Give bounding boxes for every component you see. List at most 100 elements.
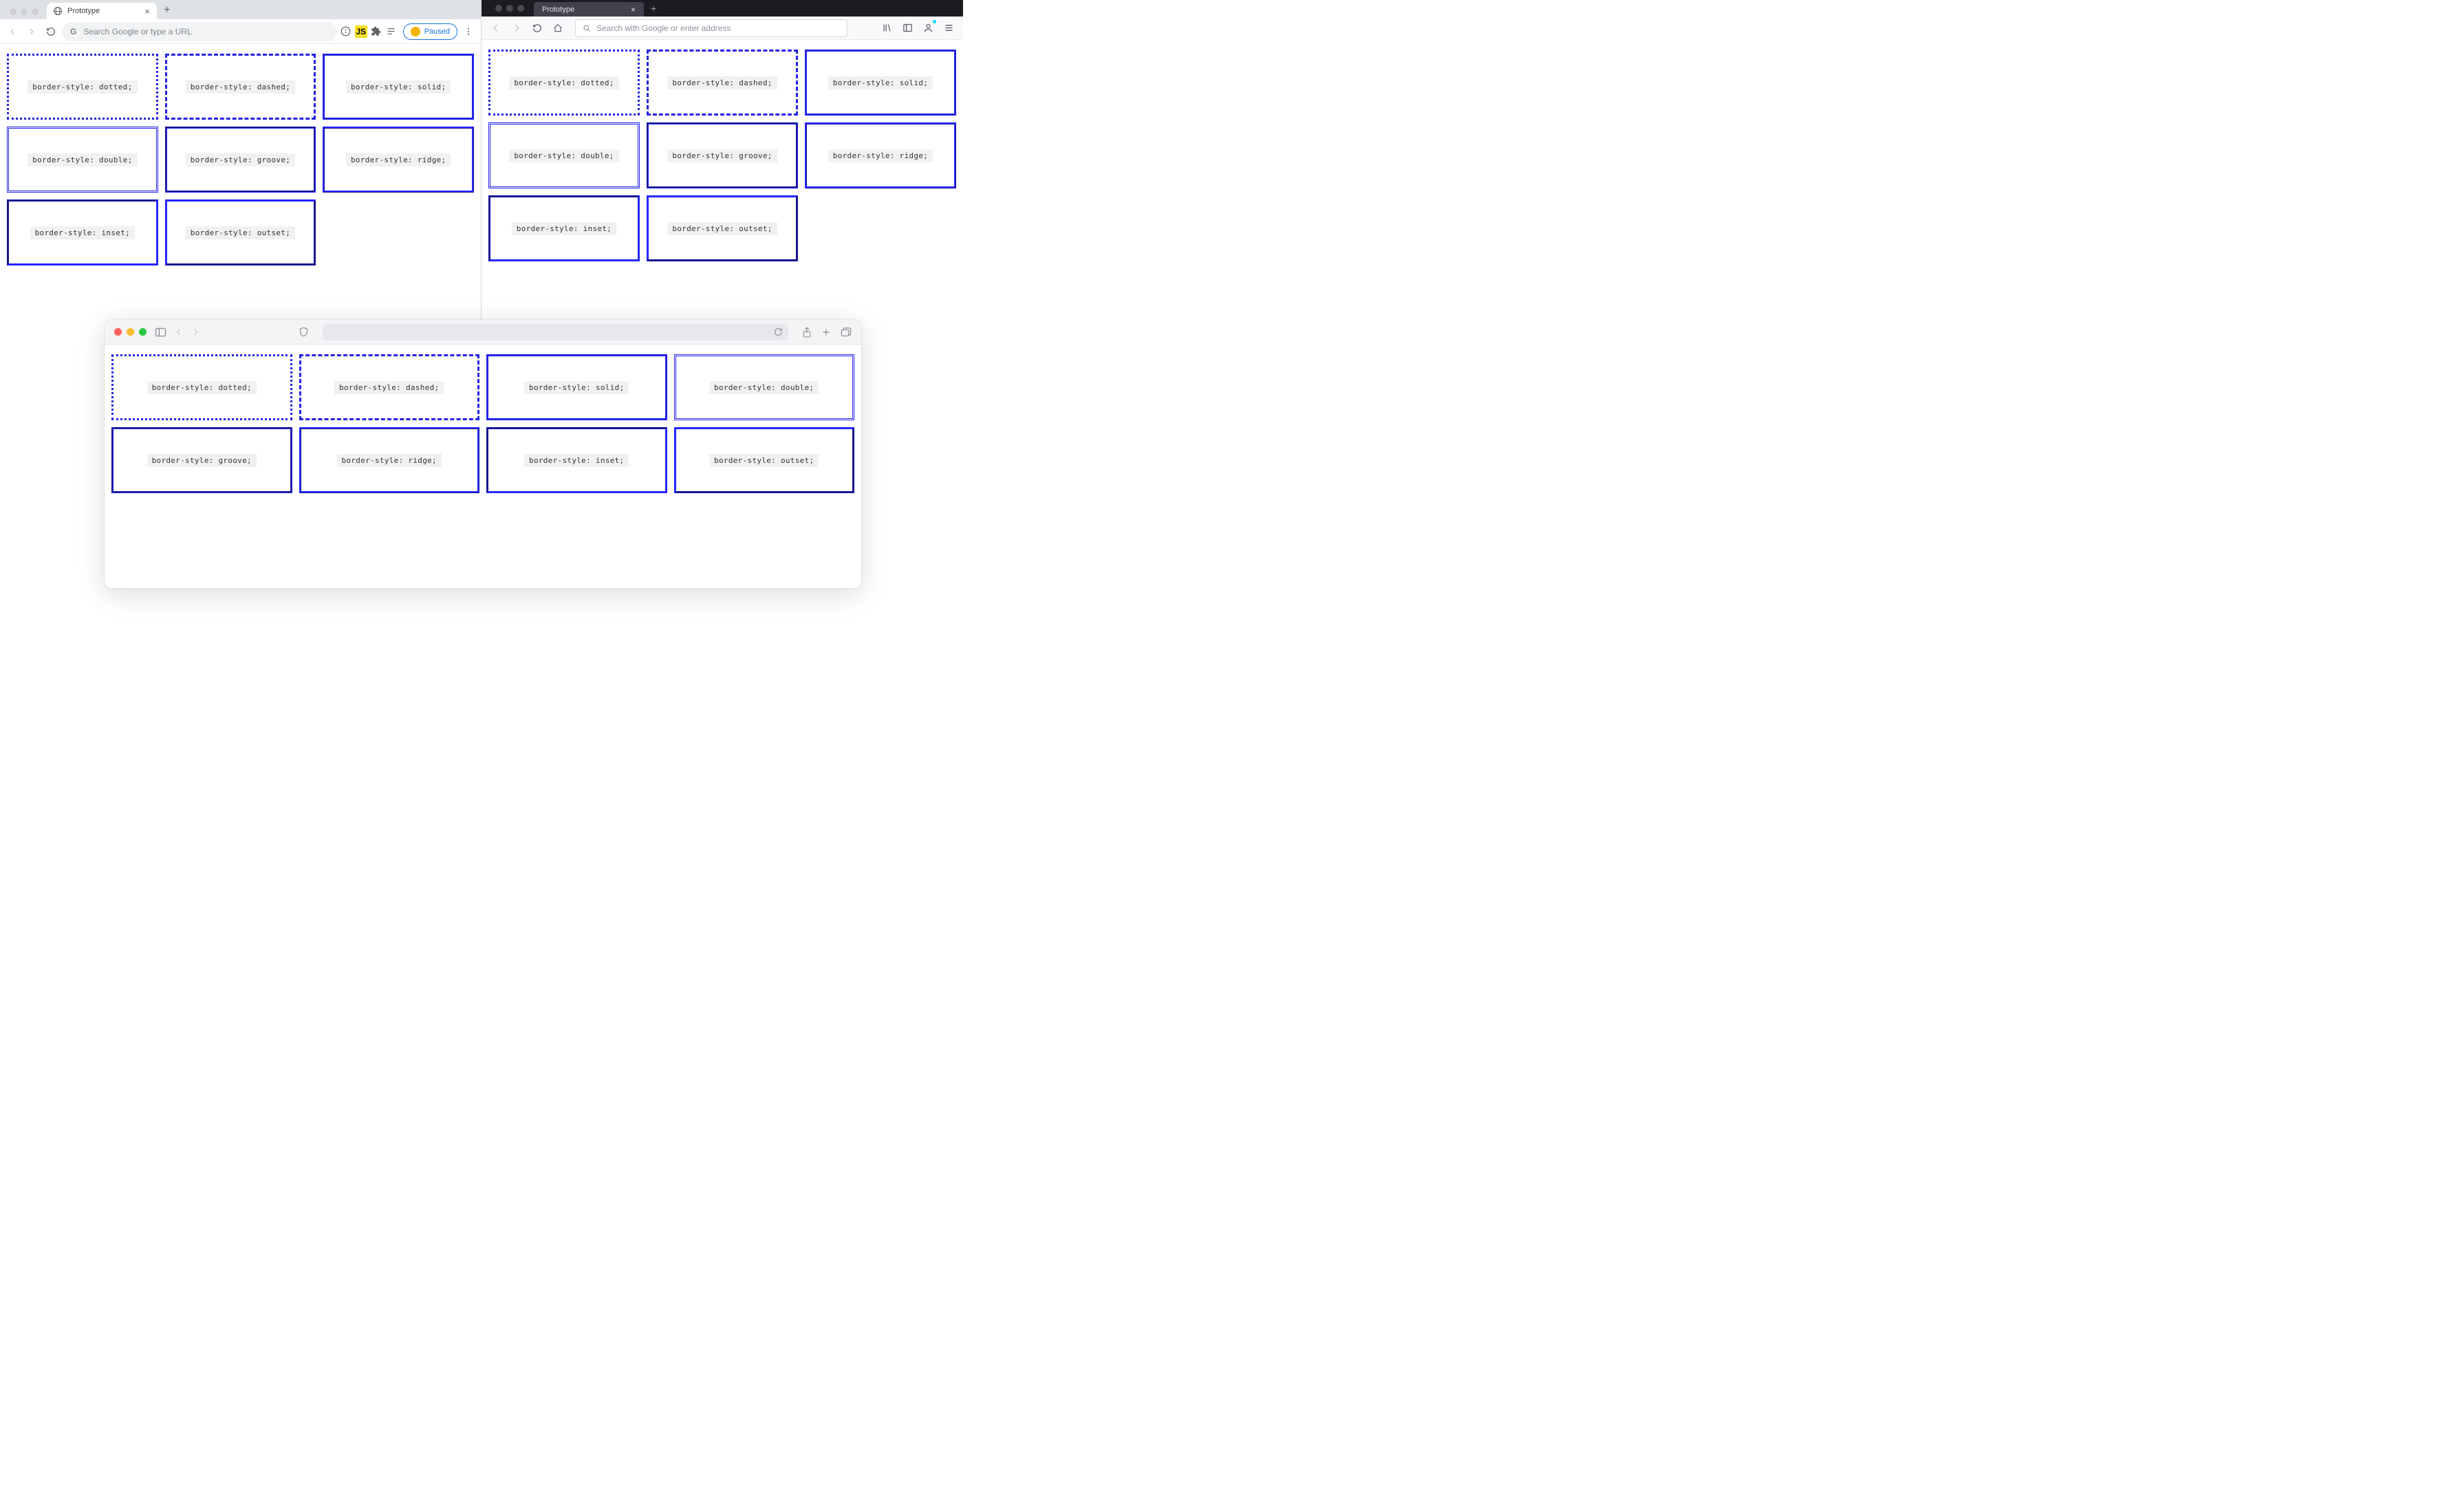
- demo-box-outset: border-style: outset;: [165, 199, 316, 266]
- firefox-viewport: border-style: dotted; border-style: dash…: [482, 40, 963, 271]
- chrome-window: Prototype × + G Search Google or type a …: [0, 0, 482, 320]
- globe-icon: [54, 7, 62, 15]
- info-icon[interactable]: [340, 25, 352, 38]
- sidebar-icon[interactable]: [155, 327, 166, 337]
- code-label: border-style: ridge;: [828, 149, 933, 162]
- demo-box-solid: border-style: solid;: [805, 50, 956, 116]
- new-tab-icon[interactable]: [821, 327, 831, 338]
- firefox-tab-strip: Prototype × +: [482, 0, 963, 17]
- share-icon[interactable]: [802, 327, 812, 338]
- reading-list-icon[interactable]: [385, 25, 398, 38]
- code-label: border-style: inset;: [512, 222, 616, 235]
- browser-tab[interactable]: Prototype ×: [47, 3, 157, 19]
- forward-button[interactable]: [191, 327, 199, 338]
- tab-overview-icon[interactable]: [841, 327, 852, 338]
- forward-button[interactable]: [508, 19, 526, 37]
- chrome-tab-strip: Prototype × +: [0, 0, 481, 19]
- code-label: border-style: groove;: [667, 149, 777, 162]
- chrome-toolbar: G Search Google or type a URL JS Paused: [0, 19, 481, 44]
- demo-grid: border-style: dotted; border-style: dash…: [488, 50, 956, 261]
- close-window-icon[interactable]: [114, 328, 122, 336]
- demo-box-dashed: border-style: dashed;: [647, 50, 798, 116]
- back-button[interactable]: [4, 23, 21, 40]
- minimize-window-icon[interactable]: [127, 328, 134, 336]
- safari-viewport: border-style: dotted; border-style: dash…: [105, 345, 861, 503]
- browser-tab[interactable]: Prototype ×: [534, 2, 644, 17]
- code-label: border-style: inset;: [30, 226, 135, 239]
- demo-grid: border-style: dotted; border-style: dash…: [111, 354, 854, 493]
- omnibox-placeholder: Search with Google or enter address: [596, 23, 731, 33]
- code-label: border-style: double;: [509, 149, 618, 162]
- maximize-window-icon[interactable]: [517, 5, 524, 12]
- demo-box-inset: border-style: inset;: [7, 199, 158, 266]
- code-label: border-style: outset;: [186, 226, 295, 239]
- demo-box-groove: border-style: groove;: [647, 122, 798, 188]
- back-button[interactable]: [487, 19, 505, 37]
- demo-box-inset: border-style: inset;: [486, 427, 667, 493]
- address-bar[interactable]: G Search Google or type a URL: [62, 22, 337, 41]
- menu-button[interactable]: [940, 19, 958, 37]
- window-controls[interactable]: [486, 0, 534, 17]
- demo-box-dashed: border-style: dashed;: [299, 354, 480, 420]
- demo-box-double: border-style: double;: [7, 127, 158, 193]
- minimize-window-icon[interactable]: [506, 5, 513, 12]
- code-label: border-style: inset;: [524, 454, 629, 467]
- notification-dot-icon: [933, 20, 936, 23]
- demo-box-dotted: border-style: dotted;: [111, 354, 292, 420]
- js-extension-icon[interactable]: JS: [355, 25, 367, 38]
- maximize-window-icon[interactable]: [32, 8, 39, 15]
- address-bar[interactable]: Search with Google or enter address: [575, 19, 847, 37]
- demo-box-solid: border-style: solid;: [323, 54, 474, 120]
- home-button[interactable]: [549, 19, 567, 37]
- safari-window: border-style: dotted; border-style: dash…: [105, 320, 861, 588]
- window-controls[interactable]: [114, 328, 147, 336]
- demo-box-outset: border-style: outset;: [647, 195, 798, 261]
- sidebar-icon[interactable]: [898, 19, 916, 37]
- tab-title: Prototype: [542, 6, 574, 14]
- code-label: border-style: solid;: [828, 76, 933, 89]
- search-icon: [583, 24, 591, 32]
- maximize-window-icon[interactable]: [139, 328, 147, 336]
- demo-grid: border-style: dotted; border-style: dash…: [7, 54, 474, 266]
- demo-box-ridge: border-style: ridge;: [805, 122, 956, 188]
- demo-box-ridge: border-style: ridge;: [323, 127, 474, 193]
- tab-title: Prototype: [67, 7, 100, 15]
- reload-button[interactable]: [528, 19, 546, 37]
- minimize-window-icon[interactable]: [21, 8, 28, 15]
- window-controls[interactable]: [6, 8, 47, 19]
- menu-button[interactable]: [460, 23, 477, 40]
- back-button[interactable]: [175, 327, 183, 338]
- demo-box-double: border-style: double;: [488, 122, 640, 188]
- demo-box-ridge: border-style: ridge;: [299, 427, 480, 493]
- privacy-report-icon[interactable]: [299, 327, 309, 337]
- profile-chip[interactable]: Paused: [403, 23, 457, 40]
- google-icon: G: [70, 27, 76, 36]
- demo-box-double: border-style: double;: [674, 354, 855, 420]
- new-tab-button[interactable]: +: [157, 4, 177, 19]
- close-tab-icon[interactable]: ×: [631, 5, 636, 14]
- new-tab-button[interactable]: +: [644, 0, 663, 17]
- reload-icon[interactable]: [774, 327, 783, 336]
- code-label: border-style: double;: [28, 153, 137, 166]
- account-icon[interactable]: [919, 19, 937, 37]
- demo-box-solid: border-style: solid;: [486, 354, 667, 420]
- demo-box-dotted: border-style: dotted;: [7, 54, 158, 120]
- omnibox-placeholder: Search Google or type a URL: [83, 27, 191, 36]
- forward-button[interactable]: [23, 23, 40, 40]
- address-bar[interactable]: [323, 324, 788, 340]
- firefox-toolbar: Search with Google or enter address: [482, 17, 963, 40]
- code-label: border-style: outset;: [709, 454, 819, 467]
- extensions-icon[interactable]: [370, 25, 382, 38]
- reload-button[interactable]: [43, 23, 59, 40]
- code-label: border-style: outset;: [667, 222, 777, 235]
- code-label: border-style: solid;: [346, 80, 451, 94]
- code-label: border-style: dashed;: [186, 80, 295, 94]
- code-label: border-style: ridge;: [337, 454, 442, 467]
- demo-box-inset: border-style: inset;: [488, 195, 640, 261]
- close-window-icon[interactable]: [10, 8, 17, 15]
- close-window-icon[interactable]: [495, 5, 502, 12]
- code-label: border-style: dotted;: [147, 381, 257, 394]
- safari-toolbar: [105, 320, 861, 345]
- close-tab-icon[interactable]: ×: [144, 6, 150, 17]
- library-icon[interactable]: [878, 19, 896, 37]
